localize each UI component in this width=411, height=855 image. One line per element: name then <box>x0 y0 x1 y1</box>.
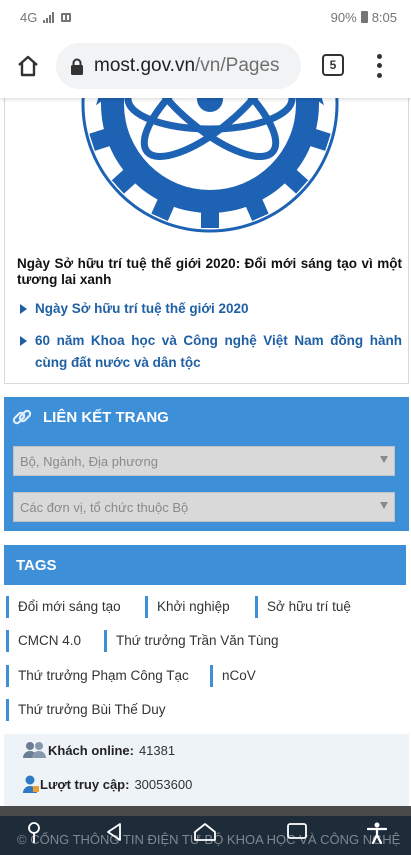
units-select-value: Các đơn vị, tổ chức thuộc Bộ <box>20 499 189 515</box>
users-icon <box>23 742 46 758</box>
units-select[interactable]: Các đơn vị, tổ chức thuộc Bộ <box>13 492 395 522</box>
online-value: 41381 <box>138 742 176 758</box>
url-host: most.gov.vn <box>94 55 196 76</box>
links-panel-title: LIÊN KẾT TRANG <box>43 408 169 426</box>
assistant-icon[interactable] <box>26 822 42 844</box>
tab-switcher-button[interactable]: 5 <box>322 54 344 76</box>
tag-item[interactable]: CMCN 4.0 <box>6 630 81 652</box>
status-right: 90% 8:05 <box>331 10 397 25</box>
news-link-1[interactable]: Ngày Sở hữu trí tuệ thế giới 2020 <box>17 298 402 320</box>
dropdown-arrow-icon <box>380 502 388 509</box>
online-stat: Khách online: 41381 <box>22 740 175 760</box>
dropdown-arrow-icon <box>380 456 388 463</box>
accessibility-icon[interactable] <box>367 822 387 844</box>
bullet-arrow-icon <box>20 304 27 314</box>
ministry-logo <box>75 98 345 239</box>
tag-item[interactable]: Thứ trưởng Phạm Công Tạc <box>6 665 189 687</box>
link-chain-icon <box>12 409 32 425</box>
visits-stat: Lượt truy cập: 30053600 <box>22 774 192 794</box>
overflow-menu-button[interactable] <box>372 52 386 80</box>
notification-icon <box>61 12 72 22</box>
links-panel-header: LIÊN KẾT TRANG <box>4 397 409 437</box>
system-navigation-bar: © CỔNG THÔNG TIN ĐIỆN TỬ BỘ KHOA HỌC VÀ … <box>0 806 411 855</box>
user-visit-icon <box>23 775 39 793</box>
news-link-1-text: Ngày Sở hữu trí tuệ thế giới 2020 <box>35 301 249 316</box>
signal-icon <box>43 11 55 23</box>
status-bar: 4G 90% 8:05 <box>0 0 411 34</box>
visits-label: Lượt truy cập: <box>40 776 130 792</box>
tag-item[interactable]: Thứ trưởng Trần Văn Tùng <box>104 630 279 652</box>
url-path: /vn/Pages <box>195 55 280 76</box>
tag-item[interactable]: Thứ trưởng Bùi Thế Duy <box>6 699 166 721</box>
back-icon[interactable] <box>104 822 124 842</box>
address-bar[interactable]: most.gov.vn/vn/Pages <box>56 43 301 89</box>
lock-icon <box>71 58 83 75</box>
news-title[interactable]: Ngày Sở hữu trí tuệ thế giới 2020: Đổi m… <box>17 256 402 288</box>
tag-item[interactable]: nCoV <box>210 665 256 687</box>
browser-toolbar: most.gov.vn/vn/Pages 5 <box>0 34 411 98</box>
tag-item[interactable]: Sở hữu trí tuệ <box>255 596 351 618</box>
tag-item[interactable]: Khởi nghiệp <box>145 596 230 618</box>
links-panel: LIÊN KẾT TRANG Bộ, Ngành, Địa phương Các… <box>4 397 409 531</box>
visitor-stats: Khách online: 41381 Lượt truy cập: 30053… <box>4 734 409 806</box>
page: 4G 90% 8:05 most.gov.vn/vn/Pages 5 Ngày … <box>0 0 411 855</box>
news-link-2[interactable]: 60 năm Khoa học và Công nghệ Việt Nam đồ… <box>17 330 402 374</box>
visits-value: 30053600 <box>134 776 193 792</box>
status-left: 4G <box>20 10 72 25</box>
home-icon <box>18 55 38 77</box>
home-button[interactable] <box>0 34 56 98</box>
network-type: 4G <box>20 9 38 25</box>
page-content: Ngày Sở hữu trí tuệ thế giới 2020: Đổi m… <box>0 98 411 806</box>
recent-apps-icon[interactable] <box>286 822 308 840</box>
clock: 8:05 <box>371 9 397 25</box>
news-link-2-text: 60 năm Khoa học và Công nghệ Việt Nam đồ… <box>35 333 402 370</box>
tags-header: TAGS <box>4 545 406 585</box>
bullet-arrow-icon <box>20 336 27 346</box>
news-box: Ngày Sở hữu trí tuệ thế giới 2020: Đổi m… <box>4 98 409 384</box>
online-label: Khách online: <box>48 742 134 758</box>
tag-item[interactable]: Đổi mới sáng tạo <box>6 596 121 618</box>
battery-percent: 90% <box>330 9 357 25</box>
footer-divider <box>0 806 411 816</box>
home-nav-icon[interactable] <box>193 822 217 842</box>
ministry-select-value: Bộ, Ngành, Địa phương <box>20 453 158 469</box>
ministry-select[interactable]: Bộ, Ngành, Địa phương <box>13 446 395 476</box>
battery-icon <box>360 11 368 23</box>
